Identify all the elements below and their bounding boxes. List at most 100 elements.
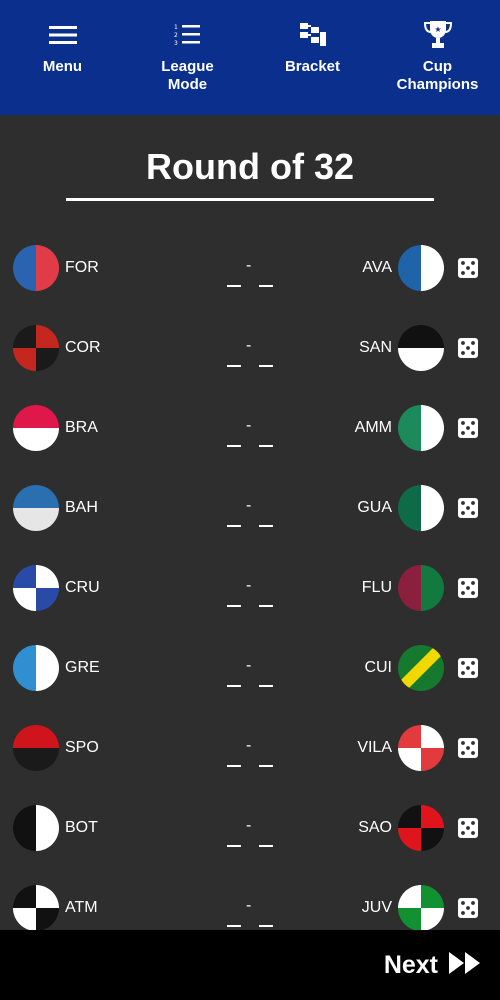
score-separator: -: [246, 257, 252, 274]
nav-cup-champions-label: Cup Champions: [396, 58, 479, 93]
fast-forward-icon: [448, 951, 482, 980]
home-score-blank[interactable]: [227, 925, 241, 927]
score-input[interactable]: -: [220, 734, 280, 767]
svg-text:1: 1: [174, 24, 178, 31]
away-team-name: AVA: [362, 259, 392, 276]
match-row: GRE - CUI: [0, 628, 500, 708]
score-input[interactable]: -: [220, 414, 280, 447]
home-score-blank[interactable]: [227, 605, 241, 607]
home-team-name: BOT: [65, 819, 98, 836]
match-row: COR - SAN: [0, 308, 500, 388]
match-list: FOR - AVA COR - SAN BRA - AMM BAH - GUA CRU - FLU GRE - C…: [0, 228, 500, 948]
top-navigation-bar: Menu 1 2 3 League Mode Bracket ★ Cup Cha…: [0, 0, 500, 115]
home-team-flag: [13, 885, 59, 931]
svg-text:2: 2: [174, 32, 178, 39]
score-input[interactable]: -: [220, 494, 280, 527]
match-row: BAH - GUA: [0, 468, 500, 548]
home-score-blank[interactable]: [227, 765, 241, 767]
trophy-icon: ★: [421, 18, 455, 52]
score-input[interactable]: -: [220, 654, 280, 687]
nav-cup-champions-button[interactable]: ★ Cup Champions: [375, 0, 500, 115]
dice-icon[interactable]: [457, 417, 479, 439]
home-team-flag: [13, 565, 59, 611]
score-separator: -: [246, 737, 252, 754]
score-input[interactable]: -: [220, 814, 280, 847]
dice-icon[interactable]: [457, 737, 479, 759]
nav-league-mode-button[interactable]: 1 2 3 League Mode: [125, 0, 250, 115]
away-score-blank[interactable]: [259, 285, 273, 287]
nav-menu-button[interactable]: Menu: [0, 0, 125, 115]
away-team-flag: [398, 885, 444, 931]
next-button[interactable]: Next: [384, 948, 482, 982]
dice-icon[interactable]: [457, 657, 479, 679]
away-team-flag: [398, 565, 444, 611]
home-score-blank[interactable]: [227, 525, 241, 527]
home-team-name: BAH: [65, 499, 98, 516]
away-team-flag: [398, 325, 444, 371]
score-separator: -: [246, 817, 252, 834]
home-team-flag: [13, 645, 59, 691]
away-score-blank[interactable]: [259, 605, 273, 607]
nav-bracket-button[interactable]: Bracket: [250, 0, 375, 115]
svg-text:3: 3: [174, 40, 178, 47]
away-team-flag: [398, 405, 444, 451]
dice-icon[interactable]: [457, 497, 479, 519]
home-score-blank[interactable]: [227, 365, 241, 367]
match-row: FOR - AVA: [0, 228, 500, 308]
nav-bracket-label: Bracket: [284, 58, 341, 75]
away-team-flag: [398, 485, 444, 531]
nav-menu-label: Menu: [42, 58, 83, 75]
away-team-name: JUV: [361, 899, 392, 916]
score-input[interactable]: -: [220, 254, 280, 287]
match-row: BRA - AMM: [0, 388, 500, 468]
dice-icon[interactable]: [457, 897, 479, 919]
score-input[interactable]: -: [220, 334, 280, 367]
dice-icon[interactable]: [457, 817, 479, 839]
score-input[interactable]: -: [220, 574, 280, 607]
home-score-blank[interactable]: [227, 445, 241, 447]
home-team-name: FOR: [65, 259, 99, 276]
home-score-blank[interactable]: [227, 285, 241, 287]
home-score-blank[interactable]: [227, 685, 241, 687]
home-team-flag: [13, 405, 59, 451]
match-row: CRU - FLU: [0, 548, 500, 628]
home-team-flag: [13, 805, 59, 851]
home-team-name: BRA: [65, 419, 98, 436]
dice-icon[interactable]: [457, 577, 479, 599]
away-score-blank[interactable]: [259, 445, 273, 447]
home-team-name: COR: [65, 339, 101, 356]
numbered-list-icon: 1 2 3: [171, 18, 205, 52]
away-score-blank[interactable]: [259, 365, 273, 367]
away-team-flag: [398, 805, 444, 851]
away-score-blank[interactable]: [259, 925, 273, 927]
away-score-blank[interactable]: [259, 525, 273, 527]
home-team-flag: [13, 485, 59, 531]
score-input[interactable]: -: [220, 894, 280, 927]
away-score-blank[interactable]: [259, 845, 273, 847]
away-team-name: SAO: [358, 819, 392, 836]
bottom-bar: Next: [0, 930, 500, 1000]
bracket-icon: [296, 18, 330, 52]
dice-icon[interactable]: [457, 257, 479, 279]
home-team-flag: [13, 325, 59, 371]
home-team-flag: [13, 725, 59, 771]
dice-icon[interactable]: [457, 337, 479, 359]
away-score-blank[interactable]: [259, 685, 273, 687]
score-separator: -: [246, 897, 252, 914]
score-separator: -: [246, 657, 252, 674]
score-separator: -: [246, 417, 252, 434]
title-divider: [66, 198, 434, 201]
home-team-name: GRE: [65, 659, 100, 676]
score-separator: -: [246, 337, 252, 354]
home-team-name: ATM: [65, 899, 98, 916]
away-team-name: VILA: [357, 739, 392, 756]
home-score-blank[interactable]: [227, 845, 241, 847]
home-team-name: CRU: [65, 579, 100, 596]
match-row: SPO - VILA: [0, 708, 500, 788]
away-team-flag: [398, 645, 444, 691]
score-separator: -: [246, 577, 252, 594]
svg-text:★: ★: [434, 25, 441, 34]
away-score-blank[interactable]: [259, 765, 273, 767]
score-separator: -: [246, 497, 252, 514]
away-team-flag: [398, 245, 444, 291]
